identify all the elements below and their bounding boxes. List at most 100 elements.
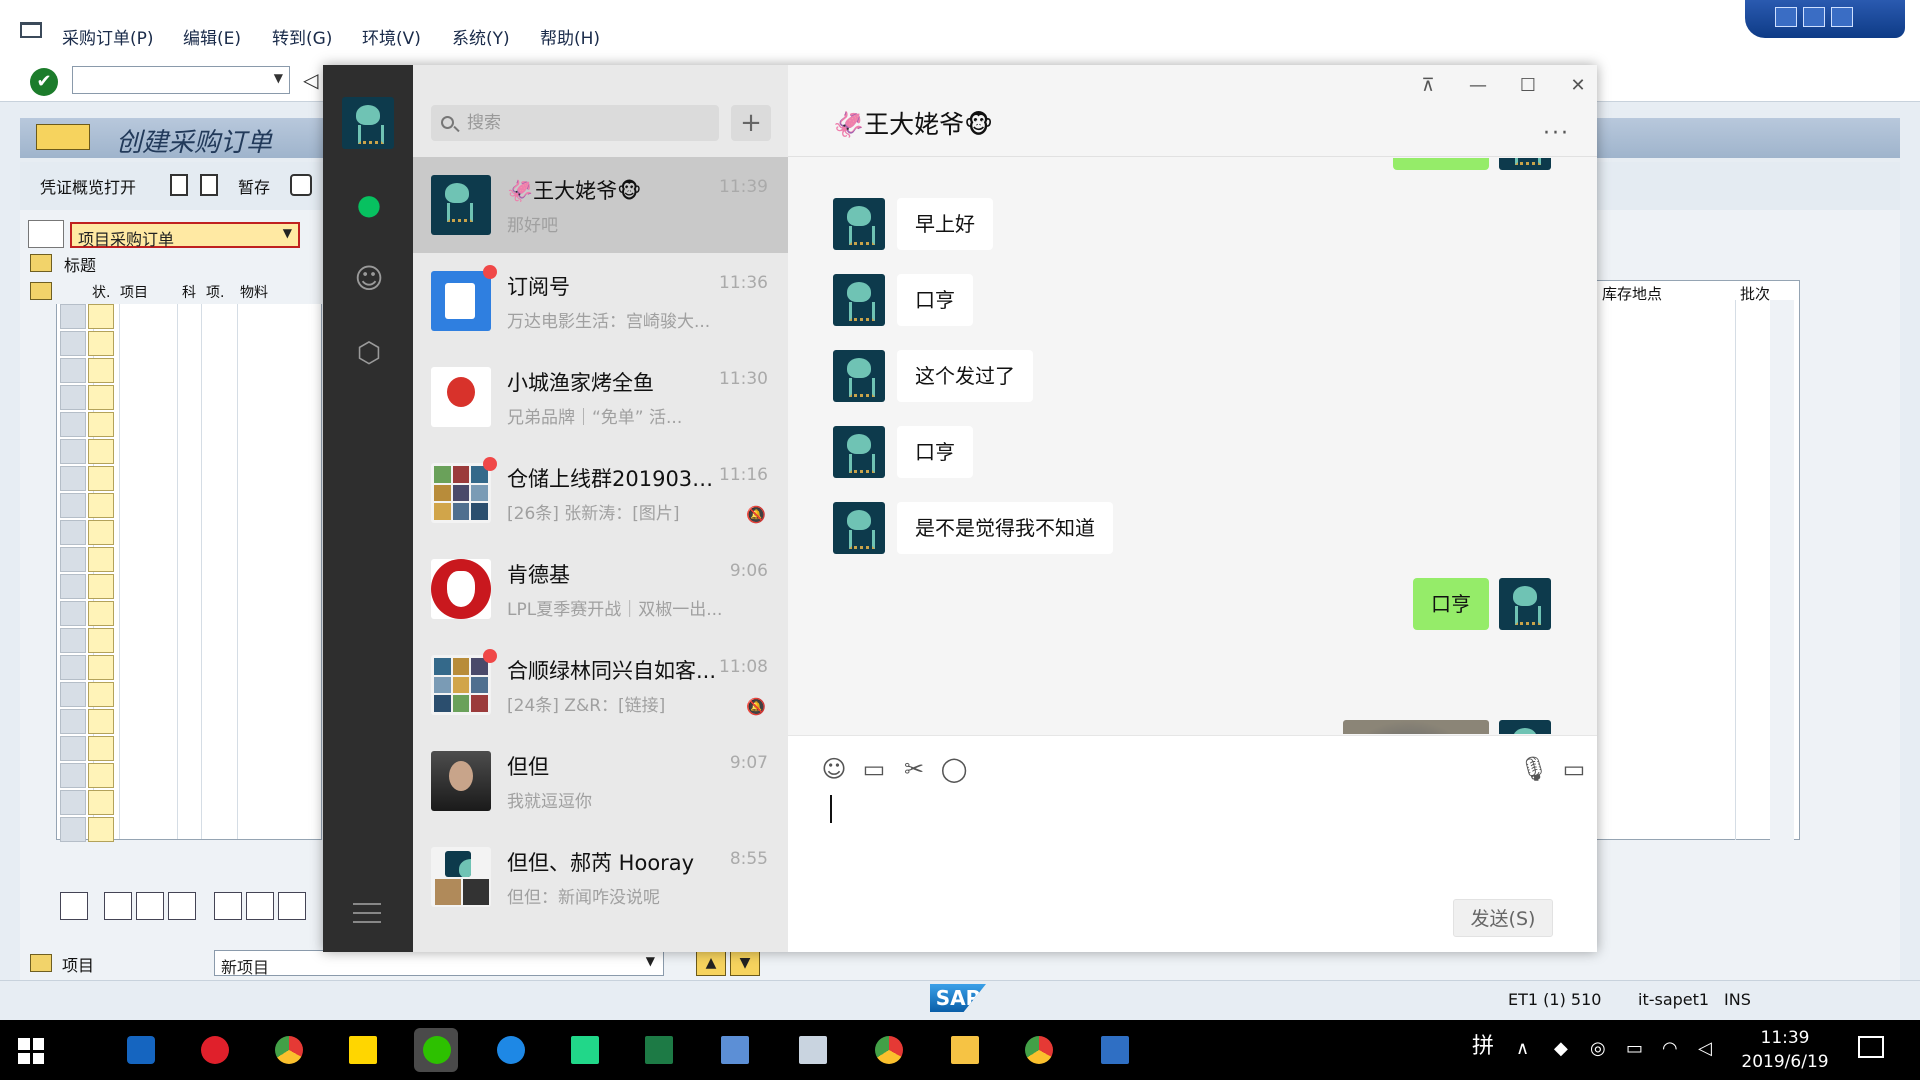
close-icon[interactable] <box>1831 7 1853 27</box>
row-selector[interactable] <box>60 628 86 653</box>
column-status[interactable]: 状. <box>92 282 110 302</box>
table-row-cell[interactable] <box>88 736 114 761</box>
cart-icon[interactable] <box>28 220 64 248</box>
column-batch[interactable]: 批次 <box>1740 283 1770 304</box>
chrome-icon[interactable] <box>1016 1028 1060 1072</box>
transaction-icon[interactable] <box>36 124 90 150</box>
maximize-icon[interactable] <box>1803 7 1825 27</box>
hold-button[interactable]: 暂存 <box>238 174 270 198</box>
row-selector[interactable] <box>60 817 86 842</box>
maximize-icon[interactable]: ☐ <box>1508 71 1548 101</box>
chrome-icon[interactable] <box>866 1028 910 1072</box>
chat-list-item[interactable]: 仓储上线群20190309 11:16 [26条] 张新涛：[图片] 🔕 <box>413 445 788 541</box>
sap-logon-icon[interactable] <box>712 1028 756 1072</box>
row-selector[interactable] <box>60 790 86 815</box>
chat-list-item[interactable]: 小城渔家烤全鱼 11:30 兄弟品牌｜“免单” 活... <box>413 349 788 445</box>
table-row-cell[interactable] <box>88 601 114 626</box>
menu-system[interactable]: 系统(Y) <box>452 24 510 49</box>
delete-icon[interactable] <box>214 892 242 920</box>
table-row-cell[interactable] <box>88 331 114 356</box>
chat-list-item[interactable]: 🦑王大姥爷🐵 11:39 那好吧 <box>413 157 788 253</box>
video-call-icon[interactable]: ▭ <box>1558 753 1590 785</box>
select-all-icon[interactable] <box>104 892 132 920</box>
messenger-icon[interactable] <box>488 1028 532 1072</box>
header-folder-icon[interactable] <box>30 254 52 272</box>
row-selector[interactable] <box>60 736 86 761</box>
row-selector[interactable] <box>60 493 86 518</box>
back-icon[interactable]: ◁ <box>303 68 318 92</box>
chat-list-item[interactable]: 合顺绿林同兴自如客... 11:08 [24条] Z&R：[链接] 🔕 <box>413 637 788 733</box>
pycharm-icon[interactable] <box>562 1028 606 1072</box>
row-selector[interactable] <box>60 709 86 734</box>
column-item[interactable]: 项目 <box>120 282 148 302</box>
table-row-cell[interactable] <box>88 547 114 572</box>
row-selector[interactable] <box>60 412 86 437</box>
detail-icon[interactable] <box>60 892 88 920</box>
input-mode[interactable]: INS <box>1724 990 1751 1009</box>
table-row-cell[interactable] <box>88 790 114 815</box>
chat-icon[interactable]: ● <box>351 187 387 223</box>
table-scrollbar[interactable] <box>1770 300 1794 840</box>
row-selector[interactable] <box>60 682 86 707</box>
table-row-cell[interactable] <box>88 655 114 680</box>
row-selector[interactable] <box>60 439 86 464</box>
table-row-cell[interactable] <box>88 358 114 383</box>
enter-check-icon[interactable]: ✔ <box>30 68 58 96</box>
emoji-icon[interactable]: ☺ <box>818 753 850 785</box>
table-row-cell[interactable] <box>88 520 114 545</box>
other-document-icon[interactable] <box>200 174 218 196</box>
chat-list-item[interactable]: 肯德基 9:06 LPL夏季赛开战｜双椒一出... <box>413 541 788 637</box>
table-row-cell[interactable] <box>88 817 114 842</box>
column-account[interactable]: 科 <box>182 282 196 302</box>
row-selector[interactable] <box>60 358 86 383</box>
add-button[interactable]: + <box>731 105 771 141</box>
row-selector[interactable] <box>60 466 86 491</box>
my-avatar[interactable] <box>1499 158 1551 170</box>
deselect-icon[interactable] <box>136 892 164 920</box>
table-row-cell[interactable] <box>88 493 114 518</box>
folder-icon[interactable]: ▭ <box>858 753 890 785</box>
minimize-icon[interactable] <box>1775 7 1797 27</box>
chat-list-item[interactable]: 但但、郝芮 Hooray 8:55 但但：新闻咋没说呢 <box>413 829 788 925</box>
table-row-cell[interactable] <box>88 412 114 437</box>
wechat-icon[interactable] <box>414 1028 458 1072</box>
menu-environment[interactable]: 环境(V) <box>362 24 421 49</box>
menu-edit[interactable]: 编辑(E) <box>183 24 241 49</box>
check-icon[interactable] <box>290 174 312 196</box>
send-button[interactable]: 发送(S) <box>1453 899 1553 937</box>
contact-avatar[interactable] <box>833 426 885 478</box>
start-icon[interactable] <box>18 1038 44 1064</box>
contact-avatar[interactable] <box>833 502 885 554</box>
row-selector[interactable] <box>60 763 86 788</box>
item-overview-folder-icon[interactable] <box>30 282 52 300</box>
item-folder-icon[interactable] <box>30 954 52 972</box>
more-options-icon[interactable]: ··· <box>1543 121 1570 146</box>
battery-icon[interactable]: ▭ <box>1626 1038 1643 1059</box>
menu-goto[interactable]: 转到(G) <box>272 24 332 49</box>
voice-call-icon[interactable]: 🎙 <box>1518 753 1550 785</box>
pin-icon[interactable]: ⊼ <box>1408 71 1448 101</box>
table-row-cell[interactable] <box>88 709 114 734</box>
table-row-cell[interactable] <box>88 763 114 788</box>
tray-app-icon[interactable]: ◆ <box>1554 1038 1568 1059</box>
volume-icon[interactable]: ◁ <box>1698 1038 1712 1059</box>
contacts-icon[interactable]: ☺ <box>351 261 387 297</box>
table-row-cell[interactable] <box>88 466 114 491</box>
menu-icon[interactable] <box>353 903 381 923</box>
show-hidden-icons[interactable]: ∧ <box>1516 1038 1529 1059</box>
document-type-select[interactable]: 项目采购订单 <box>70 222 300 249</box>
row-selector[interactable] <box>60 331 86 356</box>
screenshot-scissors-icon[interactable]: ✂ <box>898 753 930 785</box>
table-row-cell[interactable] <box>88 439 114 464</box>
row-selector[interactable] <box>60 655 86 680</box>
unlock-icon[interactable] <box>278 892 306 920</box>
contact-avatar[interactable] <box>833 274 885 326</box>
sap-gui-icon[interactable] <box>790 1028 834 1072</box>
previous-item-button[interactable]: ▲ <box>696 950 726 976</box>
row-selector[interactable] <box>60 385 86 410</box>
table-row-cell[interactable] <box>88 574 114 599</box>
ime-indicator[interactable]: 拼 <box>1472 1028 1494 1060</box>
sticky-notes-icon[interactable] <box>340 1028 384 1072</box>
row-selector[interactable] <box>60 574 86 599</box>
my-avatar[interactable] <box>342 97 394 149</box>
